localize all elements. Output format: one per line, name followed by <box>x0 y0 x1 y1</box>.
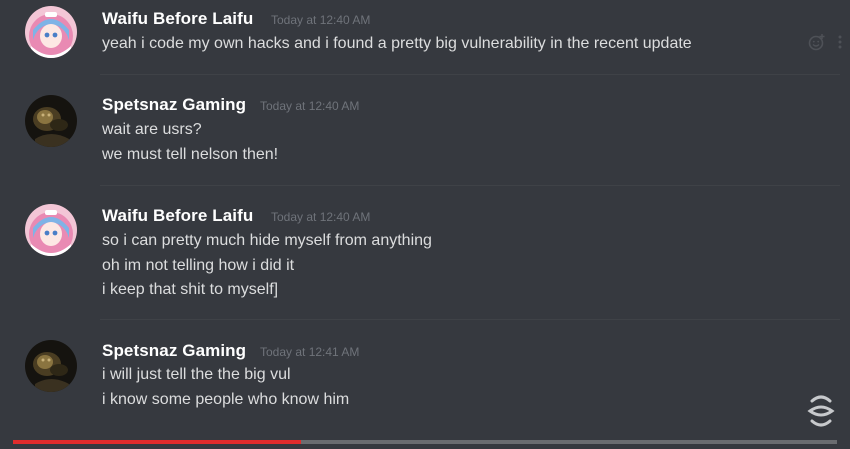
message-author[interactable]: Spetsnaz Gaming <box>102 95 246 115</box>
anime-girl-avatar-icon[interactable] <box>25 204 77 256</box>
chat-message: Spetsnaz Gaming Today at 12:41 AM i will… <box>0 320 850 436</box>
message-text: oh im not telling how i did it <box>102 257 295 274</box>
message-text: wait are usrs? <box>102 121 202 138</box>
more-options-icon[interactable] <box>838 35 842 54</box>
dark-soldier-avatar-icon[interactable] <box>25 340 77 392</box>
video-progress-fill <box>13 440 302 444</box>
message-timestamp: Today at 12:40 AM <box>271 210 371 224</box>
message-text: so i can pretty much hide myself from an… <box>102 232 432 249</box>
channel-logo-icon <box>806 393 836 429</box>
video-progress-bar[interactable] <box>13 440 837 444</box>
dark-soldier-avatar-icon[interactable] <box>25 95 77 147</box>
message-text: i will just tell the the big vul <box>102 366 291 383</box>
message-text: yeah i code my own hacks and i found a p… <box>102 35 692 52</box>
chat-message-list: Waifu Before Laifu Today at 12:40 AM yea… <box>0 0 850 449</box>
message-author[interactable]: Waifu Before Laifu <box>102 206 253 226</box>
message-hover-actions <box>808 33 842 56</box>
chat-message: Waifu Before Laifu Today at 12:40 AM so … <box>0 186 850 319</box>
add-reaction-icon[interactable] <box>808 33 826 56</box>
message-text: i know some people who know him <box>102 391 350 408</box>
chat-message: Waifu Before Laifu Today at 12:40 AM yea… <box>0 0 850 74</box>
message-timestamp: Today at 12:41 AM <box>260 345 360 359</box>
anime-girl-avatar-icon[interactable] <box>25 6 77 58</box>
chat-message: Spetsnaz Gaming Today at 12:40 AM wait a… <box>0 75 850 185</box>
message-text: we must tell nelson then! <box>102 146 279 163</box>
message-author[interactable]: Spetsnaz Gaming <box>102 341 246 361</box>
message-timestamp: Today at 12:40 AM <box>271 13 371 27</box>
message-text: i keep that shit to myself] <box>102 281 279 298</box>
message-author[interactable]: Waifu Before Laifu <box>102 9 253 29</box>
message-timestamp: Today at 12:40 AM <box>260 99 360 113</box>
